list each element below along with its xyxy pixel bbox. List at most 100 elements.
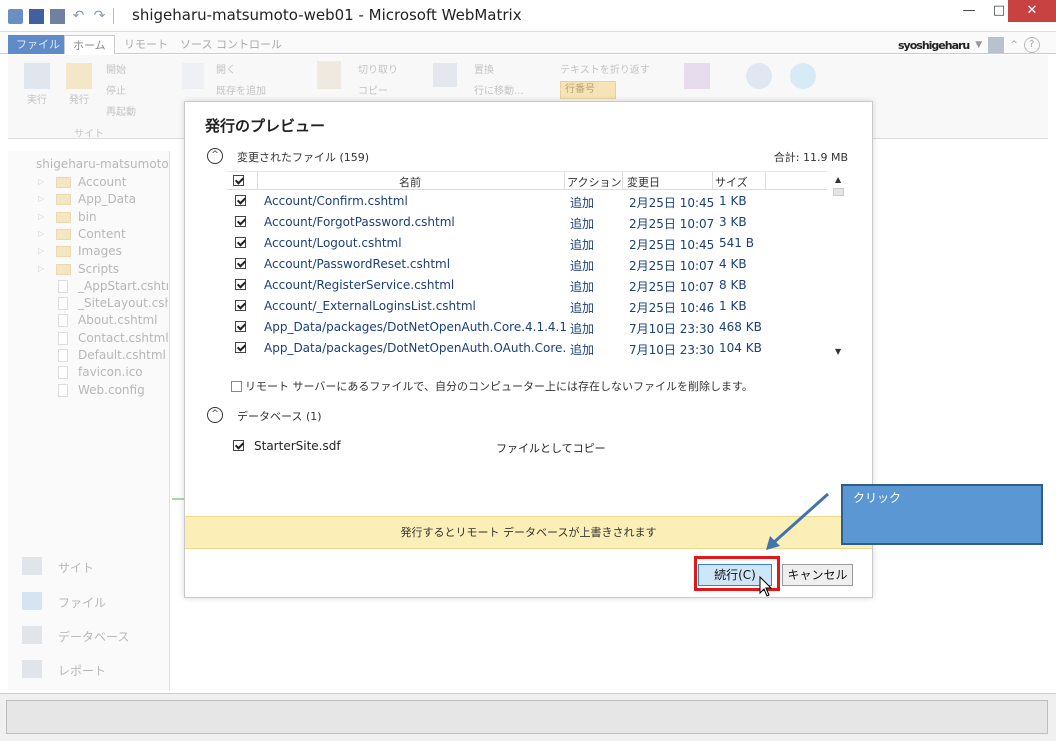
user-name[interactable]: syoshigeharu	[898, 39, 970, 52]
folder-icon	[22, 592, 42, 610]
row-checkbox[interactable]	[235, 237, 246, 251]
goto-line-button[interactable]: 行に移動...	[474, 82, 524, 97]
chevron-down-icon[interactable]: ▼	[975, 40, 982, 50]
table-row[interactable]: Account/Logout.cshtml 追加 2月25日 10:45 541 B	[227, 233, 827, 254]
tree-item[interactable]: Contact.cshtml	[38, 331, 168, 348]
column-modified[interactable]: 変更日	[627, 174, 660, 190]
expand-icon[interactable]: ▷	[38, 177, 44, 186]
cancel-button[interactable]: キャンセル	[782, 564, 853, 586]
wrap-text-button[interactable]: テキストを折り返す	[560, 61, 650, 76]
row-size: 1 KB	[719, 194, 747, 208]
start-button[interactable]: 開始	[106, 61, 126, 76]
avatar[interactable]	[988, 37, 1005, 53]
select-all-checkbox[interactable]	[233, 175, 244, 189]
table-row[interactable]: Account/_ExternalLoginsList.cshtml 追加 2月25…	[227, 296, 827, 317]
tree-item[interactable]: ▷ bin	[38, 210, 168, 227]
visual-studio-button[interactable]	[680, 63, 714, 91]
tree-item[interactable]: Web.config	[38, 383, 168, 400]
expand-icon[interactable]: ▷	[38, 194, 44, 203]
row-checkbox[interactable]	[235, 195, 246, 209]
extensions-button[interactable]	[742, 63, 776, 91]
chevron-up-icon[interactable]: ^	[1010, 40, 1018, 50]
row-size: 1 KB	[719, 299, 747, 313]
row-checkbox[interactable]	[235, 321, 246, 335]
save-all-icon[interactable]	[50, 8, 65, 24]
table-row[interactable]: App_Data/packages/DotNetOpenAuth.Core.4.…	[227, 317, 827, 338]
tree-item[interactable]: _AppStart.cshtm	[38, 279, 168, 296]
row-checkbox[interactable]	[235, 279, 246, 293]
new-button[interactable]	[178, 63, 208, 91]
close-button[interactable]: ✕	[1008, 0, 1056, 22]
table-row[interactable]: Account/PasswordReset.cshtml 追加 2月25日 10:0…	[227, 254, 827, 275]
run-button[interactable]: 実行	[20, 63, 54, 106]
restart-button[interactable]: 再起動	[106, 103, 136, 118]
redo-icon[interactable]: ↷	[92, 8, 107, 24]
expand-icon[interactable]: ▷	[38, 212, 44, 221]
cut-button[interactable]: 切り取り	[358, 61, 398, 76]
line-numbers-button[interactable]: 行番号	[560, 81, 616, 99]
column-action[interactable]: アクション	[567, 174, 621, 190]
database-checkbox[interactable]	[233, 440, 244, 451]
tab-home[interactable]: ホーム	[64, 35, 115, 54]
tab-source-control[interactable]: ソース コントロール	[172, 35, 290, 54]
row-size: 541 B	[719, 236, 754, 250]
tree-item[interactable]: ▷ Scripts	[38, 262, 168, 279]
delete-remote-checkbox[interactable]	[231, 381, 242, 392]
paste-button[interactable]	[312, 61, 346, 91]
tree-item[interactable]: favicon.ico	[38, 365, 168, 382]
scroll-thumb[interactable]	[833, 188, 844, 196]
database-name: StarterSite.sdf	[254, 439, 341, 453]
row-size: 468 KB	[719, 320, 762, 334]
replace-button[interactable]: 置換	[474, 61, 494, 76]
delete-remote-option[interactable]: リモート サーバーにあるファイルで、自分のコンピューター上には存在しないファイル…	[231, 378, 753, 394]
tree-item[interactable]: ▷ Images	[38, 244, 168, 261]
nuget-button[interactable]	[786, 63, 820, 91]
tree-item-label: App_Data	[78, 192, 137, 207]
tree-item[interactable]: ▷ Content	[38, 227, 168, 244]
tree-item[interactable]: ▷ App_Data	[38, 192, 168, 209]
quick-access-toolbar: ↶ ↷	[8, 8, 114, 24]
nav-database-label: データベース	[58, 630, 130, 644]
database-item[interactable]: StarterSite.sdf	[233, 439, 341, 453]
publish-button[interactable]: 発行	[62, 63, 96, 106]
scroll-down-icon[interactable]: ▼	[835, 347, 841, 356]
minimize-button[interactable]: —	[954, 0, 984, 22]
column-name[interactable]: 名前	[399, 174, 421, 190]
mouse-cursor-icon	[759, 576, 773, 597]
file-list-scrollbar[interactable]: ▲ ▼	[831, 171, 847, 359]
find-button[interactable]	[430, 63, 460, 89]
row-date: 2月25日 10:07	[629, 259, 715, 273]
collapse-files-icon[interactable]: ^	[207, 148, 223, 164]
expand-icon[interactable]: ▷	[38, 264, 44, 273]
table-row[interactable]: App_Data/packages/DotNetOpenAuth.OAuth.C…	[227, 338, 827, 359]
tab-file[interactable]: ファイル	[8, 35, 68, 54]
row-checkbox[interactable]	[235, 258, 246, 272]
window-title: shigeharu-matsumoto-web01 - Microsoft We…	[132, 6, 522, 24]
tab-remote[interactable]: リモート	[116, 35, 176, 54]
tree-item[interactable]: About.cshtml	[38, 313, 168, 330]
expand-icon[interactable]: ▷	[38, 229, 44, 238]
undo-icon[interactable]: ↶	[71, 8, 86, 24]
tree-root[interactable]: shigeharu-matsumoto	[36, 157, 170, 171]
tree-item[interactable]: ▷ Account	[38, 175, 168, 192]
stop-button[interactable]: 停止	[106, 82, 126, 97]
table-row[interactable]: Account/Confirm.cshtml 追加 2月25日 10:45 1 KB	[227, 191, 827, 212]
save-icon[interactable]	[29, 8, 44, 24]
table-row[interactable]: Account/ForgotPassword.cshtml 追加 2月25日 10:…	[227, 212, 827, 233]
collapse-database-icon[interactable]: ^	[207, 407, 223, 423]
column-size[interactable]: サイズ	[715, 174, 748, 190]
row-action: 追加	[570, 322, 595, 336]
help-icon[interactable]: ?	[1023, 37, 1040, 53]
add-existing-button[interactable]: 既存を追加	[216, 82, 266, 97]
open-button[interactable]: 開く	[216, 61, 236, 76]
scroll-up-icon[interactable]: ▲	[835, 175, 841, 184]
tree-item[interactable]: _SiteLayout.csht	[38, 296, 168, 313]
row-checkbox[interactable]	[235, 300, 246, 314]
tree-item[interactable]: Default.cshtml	[38, 348, 168, 365]
table-row[interactable]: Account/RegisterService.cshtml 追加 2月25日 10…	[227, 275, 827, 296]
row-checkbox[interactable]	[235, 342, 246, 356]
expand-icon[interactable]: ▷	[38, 246, 44, 255]
row-checkbox[interactable]	[235, 216, 246, 230]
copy-button[interactable]: コピー	[358, 82, 388, 97]
run-icon	[24, 63, 50, 89]
